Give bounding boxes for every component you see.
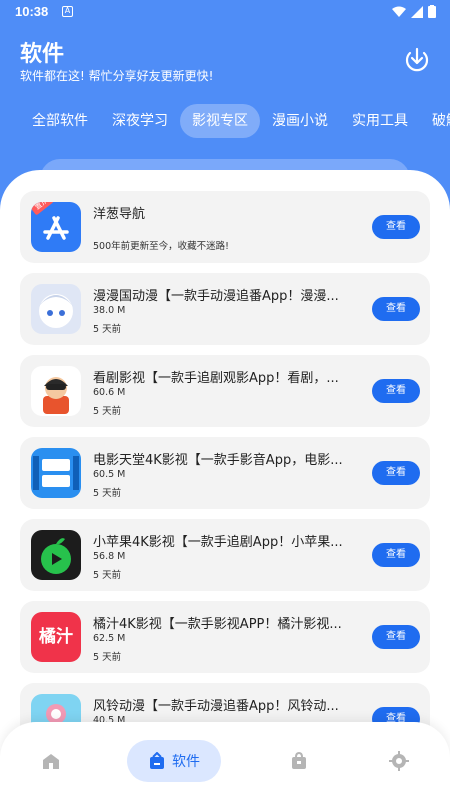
page-title: 软件 <box>20 42 65 67</box>
view-button[interactable]: 查看 <box>372 379 420 403</box>
tab-cracked[interactable]: 破解 <box>420 104 450 138</box>
app-name: 风铃动漫【一款手动漫追番App！风铃动... <box>93 699 339 714</box>
app-date: 5 天前 <box>93 324 122 335</box>
signal-icon <box>411 5 423 18</box>
app-note: 500年前更新至今，收藏不迷路! <box>93 241 229 252</box>
software-icon <box>150 752 164 769</box>
nav-settings[interactable] <box>386 740 412 782</box>
view-button[interactable]: 查看 <box>372 461 420 485</box>
view-button[interactable]: 查看 <box>372 543 420 567</box>
list-item[interactable]: 漫漫国动漫【一款手动漫追番App！漫漫... 38.0 M 5 天前 查看 <box>20 273 430 345</box>
tab-comics-novels[interactable]: 漫画小说 <box>260 104 340 138</box>
list-item[interactable]: 置顶 洋葱导航 500年前更新至今，收藏不迷路! 查看 <box>20 191 430 263</box>
category-tabs: 全部软件 深夜学习 影视专区 漫画小说 实用工具 破解 <box>0 104 450 138</box>
notification-icon: A <box>62 6 73 17</box>
app-date: 5 天前 <box>93 652 122 663</box>
app-store-icon: 置顶 <box>31 202 81 252</box>
settings-icon <box>389 751 409 771</box>
app-name: 电影天堂4K影视【一款手影音App，电影... <box>93 453 343 468</box>
status-bar: 10:38 A <box>0 0 450 24</box>
nav-shop[interactable] <box>286 740 312 782</box>
view-button[interactable]: 查看 <box>372 297 420 321</box>
app-size: 38.0 M <box>93 305 126 316</box>
app-name: 小苹果4K影视【一款手追剧App！小苹果... <box>93 535 343 550</box>
wifi-icon <box>392 6 406 17</box>
shop-bag-icon <box>292 751 306 769</box>
green-apple-icon <box>31 530 81 580</box>
app-list: 置顶 洋葱导航 500年前更新至今，收藏不迷路! 查看 漫漫国动漫【一款手动漫追… <box>0 170 450 801</box>
app-name: 橘汁4K影视【一款手影视APP！橘汁影视... <box>93 617 342 632</box>
download-button[interactable] <box>402 44 432 74</box>
app-size: 62.5 M <box>93 633 126 644</box>
status-time: 10:38 <box>15 4 49 19</box>
app-name: 漫漫国动漫【一款手动漫追番App！漫漫... <box>93 289 339 304</box>
tab-all-software[interactable]: 全部软件 <box>20 104 100 138</box>
list-item[interactable]: 橘汁 橘汁4K影视【一款手影视APP！橘汁影视... 62.5 M 5 天前 查… <box>20 601 430 673</box>
list-item[interactable]: 小苹果4K影视【一款手追剧App！小苹果... 56.8 M 5 天前 查看 <box>20 519 430 591</box>
app-size: 60.5 M <box>93 469 126 480</box>
page-subtitle: 软件都在这! 帮忙分享好友更新更快! <box>20 69 214 83</box>
nav-software[interactable]: 软件 <box>127 740 221 782</box>
tab-tools[interactable]: 实用工具 <box>340 104 420 138</box>
app-size: 56.8 M <box>93 551 126 562</box>
app-date: 5 天前 <box>93 488 122 499</box>
app-size: 60.6 M <box>93 387 126 398</box>
tab-late-night[interactable]: 深夜学习 <box>100 104 180 138</box>
app-date: 5 天前 <box>93 406 122 417</box>
app-name: 看剧影视【一款手追剧观影App！看剧，... <box>93 371 339 386</box>
home-icon <box>43 754 59 769</box>
bottom-nav: 软件 <box>0 722 450 801</box>
app-date: 5 天前 <box>93 570 122 581</box>
status-icons <box>392 5 436 18</box>
list-item[interactable]: 电影天堂4K影视【一款手影音App，电影... 60.5 M 5 天前 查看 <box>20 437 430 509</box>
battery-icon <box>428 5 436 18</box>
list-item[interactable]: 看剧影视【一款手追剧观影App！看剧，... 60.6 M 5 天前 查看 <box>20 355 430 427</box>
view-button[interactable]: 查看 <box>372 215 420 239</box>
nav-software-label: 软件 <box>172 754 200 770</box>
download-icon <box>405 47 429 72</box>
orange-juice-icon: 橘汁 <box>31 612 81 662</box>
app-name: 洋葱导航 <box>93 207 146 222</box>
view-button[interactable]: 查看 <box>372 625 420 649</box>
film-heaven-icon <box>31 448 81 498</box>
anime-girl-icon <box>31 284 81 334</box>
cartoon-boy-icon <box>31 366 81 416</box>
nav-home[interactable] <box>38 740 64 782</box>
tab-video-zone[interactable]: 影视专区 <box>180 104 260 138</box>
